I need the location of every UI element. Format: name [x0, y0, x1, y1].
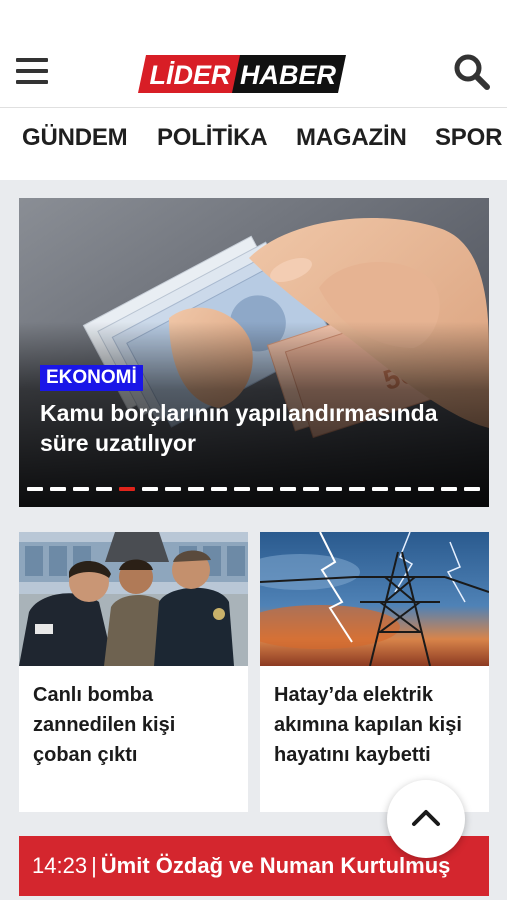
slider-dot[interactable] [349, 487, 365, 491]
logo-part-2: HABER [240, 60, 337, 90]
hero-headline[interactable]: Kamu borçlarının yapılandırmasında süre … [40, 398, 470, 458]
slider-dot[interactable] [280, 487, 296, 491]
scroll-to-top-button[interactable] [387, 780, 465, 858]
category-nav: GÜNDEM POLİTİKA MAGAZİN SPOR [0, 108, 507, 180]
slider-dot[interactable] [326, 487, 342, 491]
logo-graphic: LİDER HABER [138, 55, 346, 93]
slider-dot[interactable] [234, 487, 250, 491]
news-card-title[interactable]: Canlı bomba zannedilen kişi çoban çıktı [33, 680, 239, 770]
news-card-image [19, 532, 248, 666]
slider-dot[interactable] [27, 487, 43, 491]
news-card[interactable]: Canlı bomba zannedilen kişi çoban çıktı [19, 532, 248, 812]
hero-slider[interactable]: 100 50 EKONOMİ Kamu borçlarının yapıland… [19, 198, 489, 507]
slider-dot[interactable] [303, 487, 319, 491]
breaking-time: 14:23 [32, 853, 88, 878]
nav-item-spor[interactable]: SPOR [435, 124, 502, 152]
slider-dot[interactable] [73, 487, 89, 491]
top-header: LİDER HABER [0, 0, 507, 108]
slider-dot[interactable] [188, 487, 204, 491]
category-badge[interactable]: EKONOMİ [40, 365, 143, 391]
news-card-title[interactable]: Hatay’da elektrik akımına kapılan kişi h… [274, 680, 480, 770]
nav-item-magazin[interactable]: MAGAZİN [296, 124, 407, 152]
slider-pagination [27, 487, 483, 491]
slider-dot[interactable] [418, 487, 434, 491]
slider-dot[interactable] [257, 487, 273, 491]
hamburger-menu-icon[interactable] [16, 56, 50, 86]
news-card[interactable]: Hatay’da elektrik akımına kapılan kişi h… [260, 532, 489, 812]
slider-dot[interactable] [211, 487, 227, 491]
site-logo[interactable]: LİDER HABER [136, 54, 348, 94]
hero-overlay [19, 198, 489, 507]
chevron-up-icon [412, 810, 440, 826]
slider-dot[interactable] [142, 487, 158, 491]
slider-dot[interactable] [464, 487, 480, 491]
news-card-image [260, 532, 489, 666]
slider-dot[interactable] [96, 487, 112, 491]
slider-dot[interactable] [395, 487, 411, 491]
slider-dot[interactable] [441, 487, 457, 491]
breaking-separator: | [91, 853, 97, 878]
slider-dot[interactable] [165, 487, 181, 491]
logo-part-1: LİDER [150, 60, 232, 90]
nav-item-politika[interactable]: POLİTİKA [157, 124, 268, 152]
nav-item-gundem[interactable]: GÜNDEM [22, 124, 128, 152]
slider-dot[interactable] [50, 487, 66, 491]
slider-dot[interactable] [372, 487, 388, 491]
slider-dot[interactable] [119, 487, 135, 491]
search-icon[interactable] [452, 52, 492, 92]
